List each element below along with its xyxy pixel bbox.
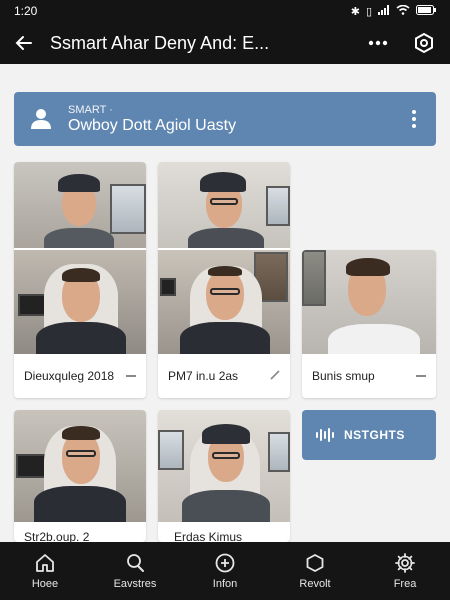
video-tile-4[interactable]: Str2b.oup. 2 — [14, 410, 146, 542]
status-bar: 1:20 ✱ ▯ — [0, 0, 450, 22]
home-icon — [36, 554, 54, 572]
video-tile-3[interactable]: Bunis smup — [302, 250, 436, 398]
tile-caption-label: Erdas Kimus — [174, 530, 243, 542]
audio-wave-icon — [316, 428, 334, 442]
bottom-nav: Hoee Eavstres Infon Revolt Frea — [0, 542, 450, 600]
app-bar: Ssmart Ahar Deny And: E... — [0, 22, 450, 64]
nav-item-home[interactable]: Hoee — [0, 542, 90, 600]
participant-photo — [14, 410, 146, 522]
signal-icon — [378, 4, 390, 18]
hexagon-icon — [306, 553, 324, 573]
nav-item-search[interactable]: Eavstres — [90, 542, 180, 600]
smart-banner[interactable]: SMART · Owboy Dott Agiol Uasty — [14, 92, 436, 146]
wifi-icon — [396, 4, 410, 18]
minus-icon[interactable] — [126, 375, 136, 377]
settings-hex-icon[interactable] — [410, 29, 438, 57]
banner-more-icon[interactable] — [404, 107, 424, 131]
tile-caption: PM7 in.u 2as — [158, 354, 290, 398]
insights-button[interactable]: NSTGHTS — [302, 410, 436, 460]
tile-caption-label: PM7 in.u 2as — [168, 369, 239, 383]
tile-caption: Bunis smup — [302, 354, 436, 398]
tile-caption-label: Dieuxquleg 2018 — [24, 369, 115, 383]
page-title: Ssmart Ahar Deny And: E... — [50, 32, 270, 53]
bluetooth-icon: ✱ — [350, 5, 360, 18]
nav-label: Eavstres — [113, 578, 157, 590]
banner-main-label: Owboy Dott Agiol Uasty — [68, 116, 237, 134]
nav-item-info[interactable]: Infon — [180, 542, 270, 600]
participant-photo — [14, 162, 146, 248]
video-tile-5[interactable]: Erdas Kimus — [158, 410, 290, 542]
gear-icon — [395, 553, 415, 573]
minus-icon[interactable] — [416, 375, 426, 377]
nav-label: Revolt — [299, 578, 331, 590]
participant-photo — [158, 410, 290, 522]
tile-caption: Dieuxquleg 2018 — [14, 354, 146, 398]
video-tile-2[interactable]: PM7 in.u 2as — [158, 162, 290, 398]
battery-icon — [416, 4, 436, 18]
search-icon — [127, 554, 144, 572]
banner-small-label: SMART · — [68, 103, 113, 116]
vibrate-icon: ▯ — [365, 5, 372, 18]
participant-photo — [14, 250, 146, 354]
participant-photo — [158, 162, 290, 248]
edit-icon[interactable] — [270, 369, 280, 383]
nav-label: Frea — [393, 578, 417, 590]
nav-label: Hoee — [31, 578, 59, 590]
insights-label: NSTGHTS — [344, 428, 405, 442]
add-circle-icon — [215, 553, 235, 573]
more-dots-icon[interactable] — [364, 29, 392, 57]
nav-item-revolt[interactable]: Revolt — [270, 542, 360, 600]
video-tile-1[interactable]: Dieuxquleg 2018 — [14, 162, 146, 398]
tile-caption-label: Bunis smup — [312, 369, 375, 383]
status-time: 1:20 — [14, 4, 38, 18]
nav-label: Infon — [212, 578, 238, 590]
participant-photo — [302, 250, 436, 354]
nav-item-frea[interactable]: Frea — [360, 542, 450, 600]
status-icons: ✱ ▯ — [350, 4, 436, 18]
user-icon — [31, 109, 51, 129]
tile-caption-label: Str2b.oup. 2 — [24, 530, 90, 542]
participant-photo — [158, 250, 290, 354]
back-arrow-icon[interactable] — [12, 31, 36, 55]
